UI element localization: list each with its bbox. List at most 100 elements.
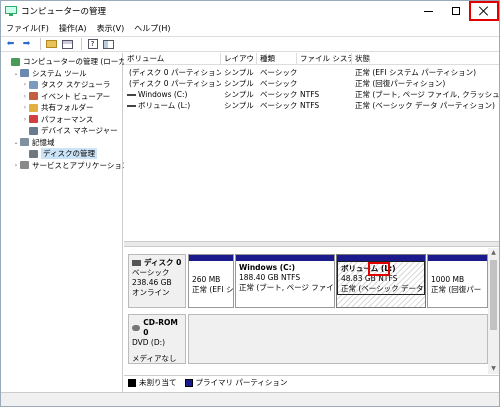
close-button[interactable] [469,1,499,21]
scroll-up-icon[interactable]: ▲ [488,248,499,258]
volume-type-cell: ベーシック [260,79,297,88]
title-bar: コンピューターの管理 [1,1,499,21]
partition-size: 1000 MB [431,275,465,284]
menu-file[interactable]: ファイル(F) [1,23,54,34]
tree-item[interactable]: コンピューターの管理 (ローカル) [3,56,136,67]
partition-status: 正常 (ブート, ページ ファイル, ク [239,283,334,292]
disk-pane-scrollbar[interactable]: ▲ ▼ [488,248,499,374]
volume-row[interactable]: Windows (C:) シンプル ベーシック NTFS 正常 (ブート, ページ ファ… [124,89,499,100]
volume-type-cell: ベーシック [260,101,297,110]
cdrom-0-info[interactable]: CD-ROM 0 DVD (D:) メディアなし [128,314,186,364]
column-volume[interactable]: ボリューム [124,53,221,65]
scroll-thumb[interactable] [490,260,497,330]
volume-name-cell: Windows (C:) [124,89,221,100]
menu-help[interactable]: ヘルプ(H) [129,23,175,34]
column-filesystem[interactable]: ファイル システム [297,53,352,65]
tree-item[interactable]: › パフォーマンス [21,114,94,125]
tree-item[interactable]: › タスク スケジューラ [21,79,111,90]
partition-legend: 未割り当て プライマリ パーティション [124,375,499,389]
expand-arrow-icon[interactable]: › [21,104,29,111]
expand-arrow-icon[interactable]: › [21,116,29,123]
tree-item-label: システム ツール [32,68,87,78]
disk-0-info[interactable]: ディスク 0 ベーシック 238.46 GB オンライン [128,254,186,308]
volume-status-cell: 正常 (ブート, ページ ファイル, クラッシュ ダンプ, ベーシ [355,90,499,99]
menu-view[interactable]: 表示(V) [92,23,130,34]
tree-item[interactable]: › サービスとアプリケーション [12,160,130,171]
tree-node-icon [29,92,38,100]
navigation-tree: コンピューターの管理 (ローカル) ⌄ システム ツール › タスク スケジューラ › イベ… [1,53,136,393]
toolbar-separator [81,38,82,50]
tree-item[interactable]: ⌄ システム ツール [12,68,87,79]
forward-arrow-icon[interactable]: ➡ [20,38,33,50]
column-type[interactable]: 種類 [257,53,297,65]
volume-fs-cell: NTFS [300,101,320,110]
tree-item-label: デバイス マネージャー [41,126,118,135]
disk-0-size: 238.46 GB [132,278,172,287]
pane-splitter[interactable] [124,241,499,247]
column-status[interactable]: 状態 [352,53,499,65]
tree-node-icon [20,161,29,169]
partition-efi[interactable]: 260 MB 正常 (EFI シ [188,254,234,308]
volume-layout-cell: シンプル [224,101,254,110]
tree-node-icon [20,69,29,77]
tree-item-label: パフォーマンス [41,114,94,124]
folder-up-icon[interactable] [45,38,58,50]
tree-item-label: 記憶域 [32,137,55,147]
tree-item[interactable]: › イベント ビューアー [21,91,110,102]
tree-node-icon [20,138,29,146]
tree-item-label: イベント ビューアー [41,91,111,101]
volume-name: ボリューム (L:) [138,101,191,110]
expand-arrow-icon[interactable]: › [21,93,29,100]
minimize-icon [424,10,433,12]
disk-graphical-view: ディスク 0 ベーシック 238.46 GB オンライン 260 MB 正常 (… [124,248,488,374]
partition-status: 正常 (回復パー [431,285,482,294]
volume-label-highlight [368,262,390,276]
panel-icon[interactable] [102,38,115,50]
tree-node-icon [29,126,38,135]
volume-status-cell: 正常 (ベーシック データ パーティション) [355,101,495,110]
volume-icon [127,104,136,107]
legend-label: プライマリ パーティション [195,378,288,387]
legend-unallocated: 未割り当て [128,377,177,388]
volume-name: (ディスク 0 パーティション 1) [129,68,221,77]
cdrom-0-name: CD-ROM 0 [143,318,178,337]
help-icon[interactable]: ? [86,38,99,50]
expand-arrow-icon[interactable]: › [12,162,20,169]
minimize-button[interactable] [415,1,442,21]
maximize-button[interactable] [442,1,469,21]
expand-arrow-icon[interactable]: ⌄ [12,139,20,146]
tree-item[interactable]: ⌄ 記憶域 [12,137,55,148]
partition-recovery[interactable]: 1000 MB 正常 (回復パー [427,254,488,308]
scroll-down-icon[interactable]: ▼ [488,364,499,374]
disk-0-type: ベーシック [132,268,170,277]
tree-item[interactable]: デバイス マネージャー [21,125,118,136]
disk-icon [132,260,141,266]
volume-row[interactable]: (ディスク 0 パーティション 1)シンプルベーシック 正常 (EFI システム … [124,67,499,78]
tree-item[interactable]: ディスクの管理 [21,148,97,159]
volume-layout-cell: シンプル [224,79,254,88]
list-view-icon[interactable] [61,38,74,50]
tree-item-label: コンピューターの管理 (ローカル) [23,57,137,66]
expand-arrow-icon[interactable]: ⌄ [12,70,20,77]
legend-primary-partition: プライマリ パーティション [184,377,288,388]
computer-management-window: コンピューターの管理 ファイル(F) 操作(A) 表示(V) ヘルプ(H) ⬅ … [0,0,500,407]
volume-row[interactable]: ボリューム (L:) シンプル ベーシック NTFS 正常 (ベーシック データ パーテ… [124,100,499,111]
volume-name-cell: (ディスク 0 パーティション 4) [124,78,221,89]
column-layout[interactable]: レイアウト [221,53,257,65]
volume-name-cell: ボリューム (L:) [124,100,221,111]
volume-row[interactable]: (ディスク 0 パーティション 4)シンプルベーシック 正常 (回復パーティション… [124,78,499,89]
tree-item-label: サービスとアプリケーション [32,160,130,170]
volume-type-cell: ベーシック [260,68,297,77]
cdrom-0-type: DVD (D:) [132,338,166,347]
window-title: コンピューターの管理 [21,7,107,17]
tree-node-icon [11,57,20,66]
expand-arrow-icon[interactable]: › [21,81,29,88]
back-arrow-icon[interactable]: ⬅ [4,38,17,50]
toolbar: ⬅ ➡ ? [1,36,499,52]
cdrom-empty-area [188,314,488,364]
legend-label: 未割り当て [139,378,177,387]
menu-action[interactable]: 操作(A) [54,23,92,34]
tree-item[interactable]: › 共有フォルダー [21,102,94,113]
partition-windows-c[interactable]: Windows (C:) 188.40 GB NTFS 正常 (ブート, ページ… [235,254,335,308]
volume-fs-cell [297,67,352,78]
